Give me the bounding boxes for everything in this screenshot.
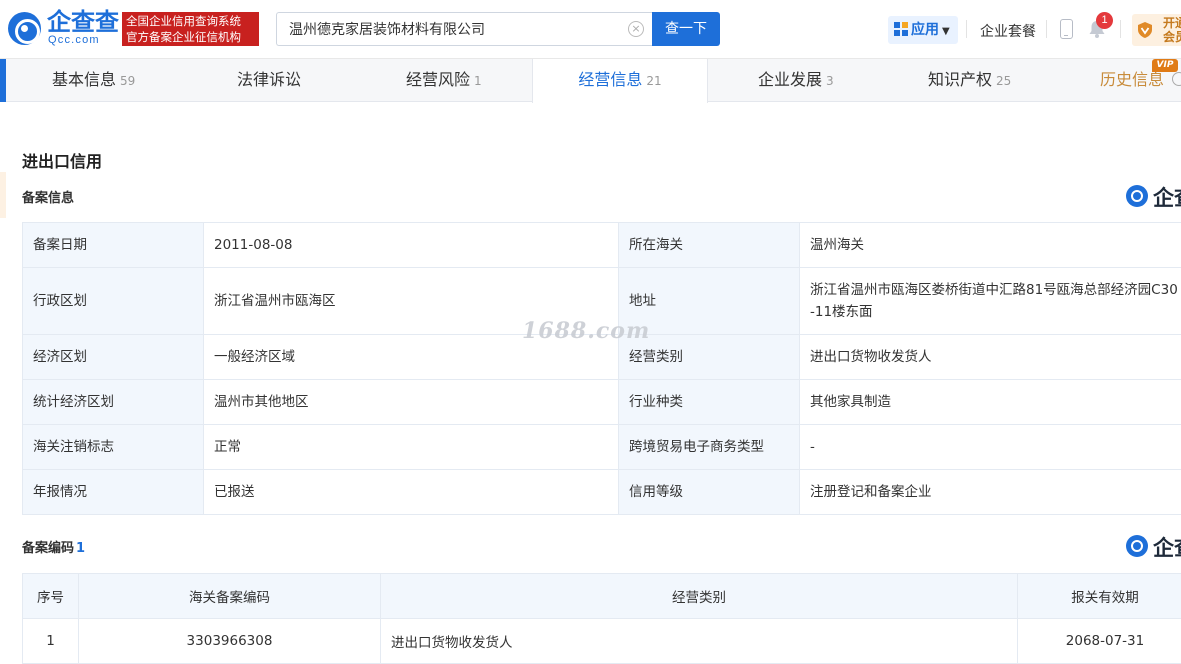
caret-down-icon: ▼	[942, 26, 950, 37]
qcc-brand-mark: 企查查	[1126, 184, 1181, 210]
field-value: 温州海关	[799, 222, 1181, 268]
qcc-brand-text: 企查查	[1153, 536, 1181, 560]
qcc-brand-text: 企查查	[1153, 186, 1181, 210]
tabs-left-accent	[0, 59, 6, 102]
tab-label: 经营信息	[578, 70, 643, 89]
tab-count: 59	[120, 74, 136, 88]
tab-count: 25	[996, 74, 1012, 88]
tab-count: 3	[826, 74, 834, 88]
tab-label: 法律诉讼	[237, 70, 302, 89]
filing-info-title: 备案信息	[22, 191, 75, 206]
vip-crown-icon	[1138, 22, 1152, 38]
logo-text[interactable]: 企查查	[47, 8, 119, 36]
column-header: 序号	[22, 573, 79, 619]
logo-domain[interactable]: Qcc.com	[48, 34, 100, 46]
field-label: 信用等级	[618, 469, 800, 515]
table-row: 年报情况 已报送 信用等级 注册登记和备案企业	[22, 469, 1181, 515]
validity-date: 2068-07-31	[1017, 618, 1181, 664]
tab-label: 基本信息	[52, 70, 117, 89]
qcc-logo-icon	[1126, 535, 1148, 557]
company-tabs: 基本信息 59 法律诉讼 经营风险 1 经营信息 21 企业发展 3 知识产权 25 历史…	[0, 59, 1181, 103]
field-value: 正常	[203, 424, 619, 470]
field-label: 所在海关	[618, 222, 800, 268]
field-value: -	[799, 424, 1181, 470]
section-title: 进出口信用	[22, 152, 103, 171]
notification-badge: 1	[1096, 12, 1113, 29]
row-index: 1	[22, 618, 79, 664]
customs-code: 3303966308	[78, 618, 381, 664]
table-row: 1 3303966308 进出口货物收发货人 2068-07-31	[22, 618, 1181, 664]
header-divider	[1120, 20, 1121, 38]
history-clock-icon	[1172, 72, 1181, 86]
watermark: 1688.com	[522, 318, 651, 344]
apps-button[interactable]: 应用 ▼	[888, 16, 958, 44]
filing-codes-table: 序号 海关备案编码 经营类别 报关有效期 1 3303966308 进出口货物收…	[22, 573, 1181, 664]
field-label: 年报情况	[22, 469, 204, 515]
clear-icon[interactable]: ×	[628, 21, 644, 37]
search-button[interactable]: 查一下	[652, 12, 720, 46]
field-value: 浙江省温州市瓯海区娄桥街道中汇路81号瓯海总部经济园C30-11楼东面	[799, 267, 1181, 335]
logo-tagline: 全国企业信用查询系统 官方备案企业征信机构	[122, 12, 259, 46]
logo-tagline-line2: 官方备案企业征信机构	[126, 30, 241, 44]
field-label: 经济区划	[22, 334, 204, 380]
column-header: 报关有效期	[1017, 573, 1181, 619]
tab-development[interactable]: 企业发展 3	[758, 59, 834, 102]
apps-grid-icon	[894, 22, 908, 36]
tab-label: 企业发展	[758, 70, 823, 89]
tab-basic-info[interactable]: 基本信息 59	[52, 59, 135, 102]
filing-info-table: 备案日期 2011-08-08 所在海关 温州海关 行政区划 浙江省温州市瓯海区…	[22, 222, 1181, 515]
field-label: 行政区划	[22, 267, 204, 335]
table-row: 统计经济区划 温州市其他地区 行业种类 其他家具制造	[22, 379, 1181, 425]
filing-codes-title: 备案编码 1	[22, 537, 85, 556]
tab-legal[interactable]: 法律诉讼	[237, 59, 301, 102]
tab-count: 1	[474, 74, 482, 88]
field-value: 注册登记和备案企业	[799, 469, 1181, 515]
logo-tagline-line1: 全国企业信用查询系统	[126, 14, 241, 28]
field-label: 统计经济区划	[22, 379, 204, 425]
top-header: 企查查 Qcc.com 全国企业信用查询系统 官方备案企业征信机构 × 查一下 …	[0, 0, 1181, 59]
field-label: 行业种类	[618, 379, 800, 425]
tab-label: 知识产权	[928, 70, 993, 89]
field-label: 海关注销标志	[22, 424, 204, 470]
table-row: 备案日期 2011-08-08 所在海关 温州海关	[22, 222, 1181, 268]
tab-label: 历史信息	[1100, 70, 1165, 89]
search-box: ×	[276, 12, 652, 46]
field-label: 跨境贸易电子商务类型	[618, 424, 800, 470]
field-label: 备案日期	[22, 222, 204, 268]
vip-upgrade-label: 开通会员	[1163, 16, 1181, 44]
search-input[interactable]	[277, 13, 617, 45]
filing-codes-count: 1	[76, 541, 86, 556]
field-value: 其他家具制造	[799, 379, 1181, 425]
table-row: 海关注销标志 正常 跨境贸易电子商务类型 -	[22, 424, 1181, 470]
field-value: 2011-08-08	[203, 222, 619, 268]
tab-count: 21	[646, 74, 662, 88]
column-header: 经营类别	[380, 573, 1018, 619]
field-value: 温州市其他地区	[203, 379, 619, 425]
tab-risk[interactable]: 经营风险 1	[406, 59, 482, 102]
mobile-app-icon[interactable]	[1060, 19, 1073, 39]
header-divider	[966, 20, 967, 38]
business-category: 进出口货物收发货人	[380, 618, 1018, 664]
tab-operation-info[interactable]: 经营信息 21	[532, 59, 708, 103]
table-header-row: 序号 海关备案编码 经营类别 报关有效期	[22, 573, 1181, 619]
field-value: 进出口货物收发货人	[799, 334, 1181, 380]
side-accent	[0, 172, 6, 218]
filing-codes-label: 备案编码	[22, 541, 75, 556]
column-header: 海关备案编码	[78, 573, 381, 619]
qcc-brand-mark: 企查查	[1126, 534, 1181, 560]
apps-label: 应用	[911, 22, 939, 38]
tab-label: 经营风险	[406, 70, 471, 89]
qcc-logo-icon	[1126, 185, 1148, 207]
field-value: 已报送	[203, 469, 619, 515]
tab-ip[interactable]: 知识产权 25	[928, 59, 1011, 102]
vip-tag: VIP	[1152, 59, 1178, 72]
vip-upgrade-button[interactable]: 开通会员	[1132, 14, 1181, 46]
header-divider	[1046, 20, 1047, 38]
enterprise-package-link[interactable]: 企业套餐	[980, 21, 1036, 41]
qcc-logo-icon[interactable]	[8, 12, 41, 45]
